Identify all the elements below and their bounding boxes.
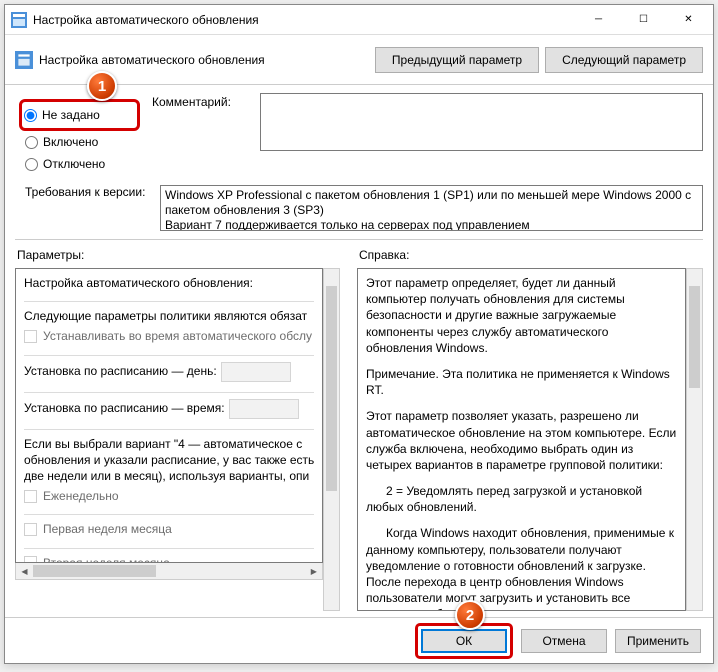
state-radio-group: Не задано Включено Отключено (25, 93, 140, 175)
comment-textarea[interactable] (260, 93, 703, 151)
help-para-3: Этот параметр позволяет указать, разреше… (366, 408, 677, 473)
window-title: Настройка автоматического обновления (33, 13, 576, 27)
option-week1-label: Первая неделя месяца (43, 521, 172, 537)
callout-2-badge: 2 (455, 600, 485, 630)
option-sched-day-label: Установка по расписанию — день: (24, 363, 217, 379)
option-weekly[interactable]: Еженедельно (24, 488, 314, 504)
option-weekly-label: Еженедельно (43, 488, 119, 504)
options-title: Параметры: (15, 246, 345, 268)
help-para-4: 2 = Уведомлять перед загрузкой и установ… (366, 483, 677, 515)
radio-not-configured-input[interactable] (24, 109, 37, 122)
scroll-right-icon[interactable]: ▶ (305, 563, 322, 579)
options-body: Настройка автоматического обновления: Сл… (15, 268, 323, 563)
titlebar: Настройка автоматического обновления ─ ☐… (5, 5, 713, 35)
footer: 2 ОК Отмена Применить (5, 617, 713, 663)
vertical-scrollbar[interactable] (686, 268, 703, 611)
highlight-not-configured: Не задано (19, 99, 140, 131)
option-week1[interactable]: Первая неделя месяца (24, 521, 314, 537)
ok-button[interactable]: ОК (421, 629, 507, 653)
option-sched-time-label: Установка по расписанию — время: (24, 400, 225, 416)
previous-setting-button[interactable]: Предыдущий параметр (375, 47, 539, 73)
horizontal-scrollbar[interactable]: ◀ ▶ (15, 563, 323, 580)
help-body: Этот параметр определяет, будет ли данны… (357, 268, 686, 611)
checkbox-icon (24, 556, 37, 563)
help-title: Справка: (357, 246, 703, 268)
radio-enabled-label: Включено (43, 135, 98, 149)
maximize-button[interactable]: ☐ (621, 5, 666, 34)
vertical-scrollbar[interactable] (323, 268, 340, 611)
radio-enabled-input[interactable] (25, 136, 38, 149)
requirements-label: Требования к версии: (25, 185, 152, 231)
close-button[interactable]: ✕ (666, 5, 711, 34)
requirements-text[interactable]: Windows XP Professional с пакетом обновл… (160, 185, 703, 231)
help-para-5: Когда Windows находит обновления, примен… (366, 525, 677, 611)
help-para-1: Этот параметр определяет, будет ли данны… (366, 275, 677, 356)
option-sched-day: Установка по расписанию — день: (24, 362, 314, 382)
checkbox-icon (24, 490, 37, 503)
radio-enabled[interactable]: Включено (25, 131, 140, 153)
radio-disabled-label: Отключено (43, 157, 105, 171)
help-para-2: Примечание. Эта политика не применяется … (366, 366, 677, 398)
apply-button[interactable]: Применить (615, 629, 701, 653)
checkbox-icon (24, 523, 37, 536)
horizontal-divider (15, 239, 703, 240)
radio-disabled-input[interactable] (25, 158, 38, 171)
options-header: Настройка автоматического обновления: (24, 275, 314, 291)
state-area: 1 Не задано Включено Отключено Комментар… (5, 85, 713, 185)
option-week2-label: Вторая неделя месяца (43, 555, 170, 564)
minimize-button[interactable]: ─ (576, 5, 621, 34)
options-panel: Параметры: Настройка автоматического обн… (15, 246, 345, 611)
cancel-button[interactable]: Отмена (521, 629, 607, 653)
option-week2[interactable]: Вторая неделя месяца (24, 555, 314, 564)
radio-not-configured-label: Не задано (42, 108, 100, 122)
option-variant4-text: Если вы выбрали вариант "4 — автоматичес… (24, 436, 314, 485)
dropdown-placeholder[interactable] (221, 362, 291, 382)
policy-icon (15, 51, 33, 69)
option-sched-time: Установка по расписанию — время: (24, 399, 314, 419)
dropdown-placeholder[interactable] (229, 399, 299, 419)
radio-not-configured[interactable]: Не задано (24, 104, 131, 126)
callout-1-badge: 1 (87, 71, 117, 101)
next-setting-button[interactable]: Следующий параметр (545, 47, 703, 73)
comment-label: Комментарий: (152, 93, 252, 175)
radio-disabled[interactable]: Отключено (25, 153, 140, 175)
option-auto-install-label: Устанавливать во время автоматического о… (43, 328, 312, 344)
scroll-left-icon[interactable]: ◀ (16, 563, 33, 579)
policy-title: Настройка автоматического обновления (39, 53, 369, 67)
checkbox-icon (24, 330, 37, 343)
option-auto-install[interactable]: Устанавливать во время автоматического о… (24, 328, 314, 344)
help-panel: Справка: Этот параметр определяет, будет… (357, 246, 703, 611)
options-mandatory-text: Следующие параметры политики являются об… (24, 308, 314, 324)
window-icon (11, 12, 27, 28)
